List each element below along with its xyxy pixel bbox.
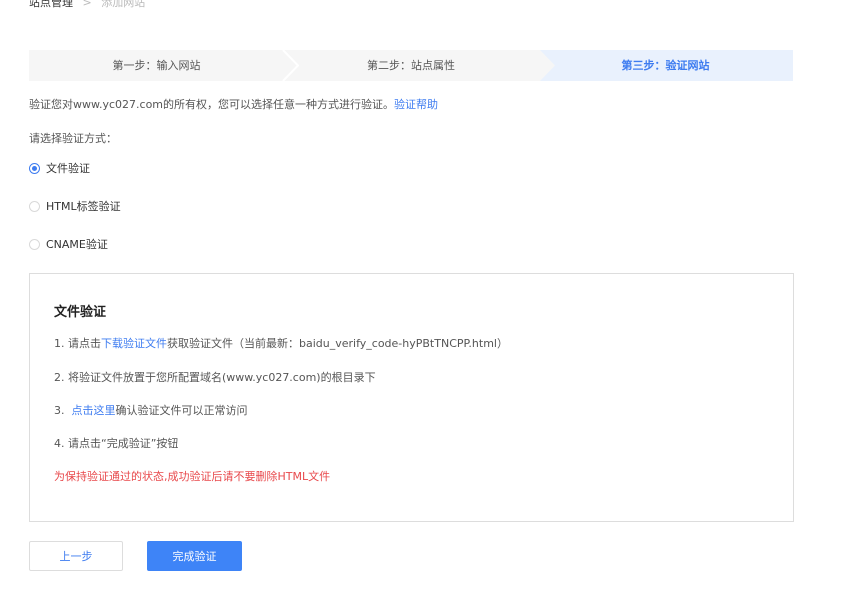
method-file-option[interactable]: 文件验证 [29, 160, 90, 176]
intro-text: 验证您对www.yc027.com的所有权，您可以选择任意一种方式进行验证。验证… [29, 96, 438, 112]
method-cname-label: CNAME验证 [46, 238, 108, 251]
method-html-tag-label: HTML标签验证 [46, 200, 121, 213]
method-html-tag-option[interactable]: HTML标签验证 [29, 198, 121, 214]
method-file-label: 文件验证 [46, 162, 90, 175]
intro-description: 验证您对www.yc027.com的所有权，您可以选择任意一种方式进行验证。 [29, 98, 395, 111]
step-1-suffix: 获取验证文件（当前最新：baidu_verify_code-hyPBtTNCPP… [167, 337, 508, 350]
step-3-prefix: 3. [54, 404, 72, 417]
step-1: 第一步：输入网站 [112, 59, 201, 72]
radio-unchecked-icon[interactable] [29, 238, 40, 250]
breadcrumb-separator: > [82, 0, 92, 9]
step-3-suffix: 确认验证文件可以正常访问 [115, 404, 248, 417]
breadcrumb-current: 添加网站 [101, 0, 146, 9]
instruction-step-3: 3. 点击这里确认验证文件可以正常访问 [54, 402, 248, 418]
breadcrumb-parent[interactable]: 站点管理 [29, 0, 73, 9]
warning-text: 为保持验证通过的状态,成功验证后请不要删除HTML文件 [54, 470, 331, 483]
instructions-panel: 文件验证 1. 请点击下载验证文件获取验证文件（当前最新：baidu_verif… [29, 273, 794, 522]
step-3: 第三步：验证网站 [621, 59, 710, 72]
choose-method-label: 请选择验证方式： [29, 132, 117, 145]
instruction-step-4: 4. 请点击“完成验证”按钮 [54, 437, 179, 450]
previous-step-button[interactable]: 上一步 [29, 541, 123, 571]
instruction-step-2: 2. 将验证文件放置于您所配置域名(www.yc027.com)的根目录下 [54, 371, 376, 384]
finish-verification-button[interactable]: 完成验证 [147, 541, 242, 571]
check-access-link[interactable]: 点击这里 [72, 404, 116, 417]
instruction-step-1: 1. 请点击下载验证文件获取验证文件（当前最新：baidu_verify_cod… [54, 335, 508, 351]
verification-help-link[interactable]: 验证帮助 [394, 98, 438, 111]
step-indicator: 第一步：输入网站 第二步：站点属性 第三步：验证网站 [29, 50, 793, 81]
download-verify-file-link[interactable]: 下载验证文件 [101, 337, 167, 350]
page: 站点管理 > 添加网站 第一步：输入网站 第二步：站点属性 第三步：验证网站 验… [0, 0, 844, 593]
breadcrumb: 站点管理 > 添加网站 [29, 0, 145, 10]
radio-unchecked-icon[interactable] [29, 200, 40, 212]
panel-title: 文件验证 [54, 305, 107, 320]
method-cname-option[interactable]: CNAME验证 [29, 236, 108, 252]
step-2: 第二步：站点属性 [367, 59, 455, 72]
radio-checked-icon[interactable] [29, 162, 40, 174]
step-1-prefix: 1. 请点击 [54, 337, 101, 350]
